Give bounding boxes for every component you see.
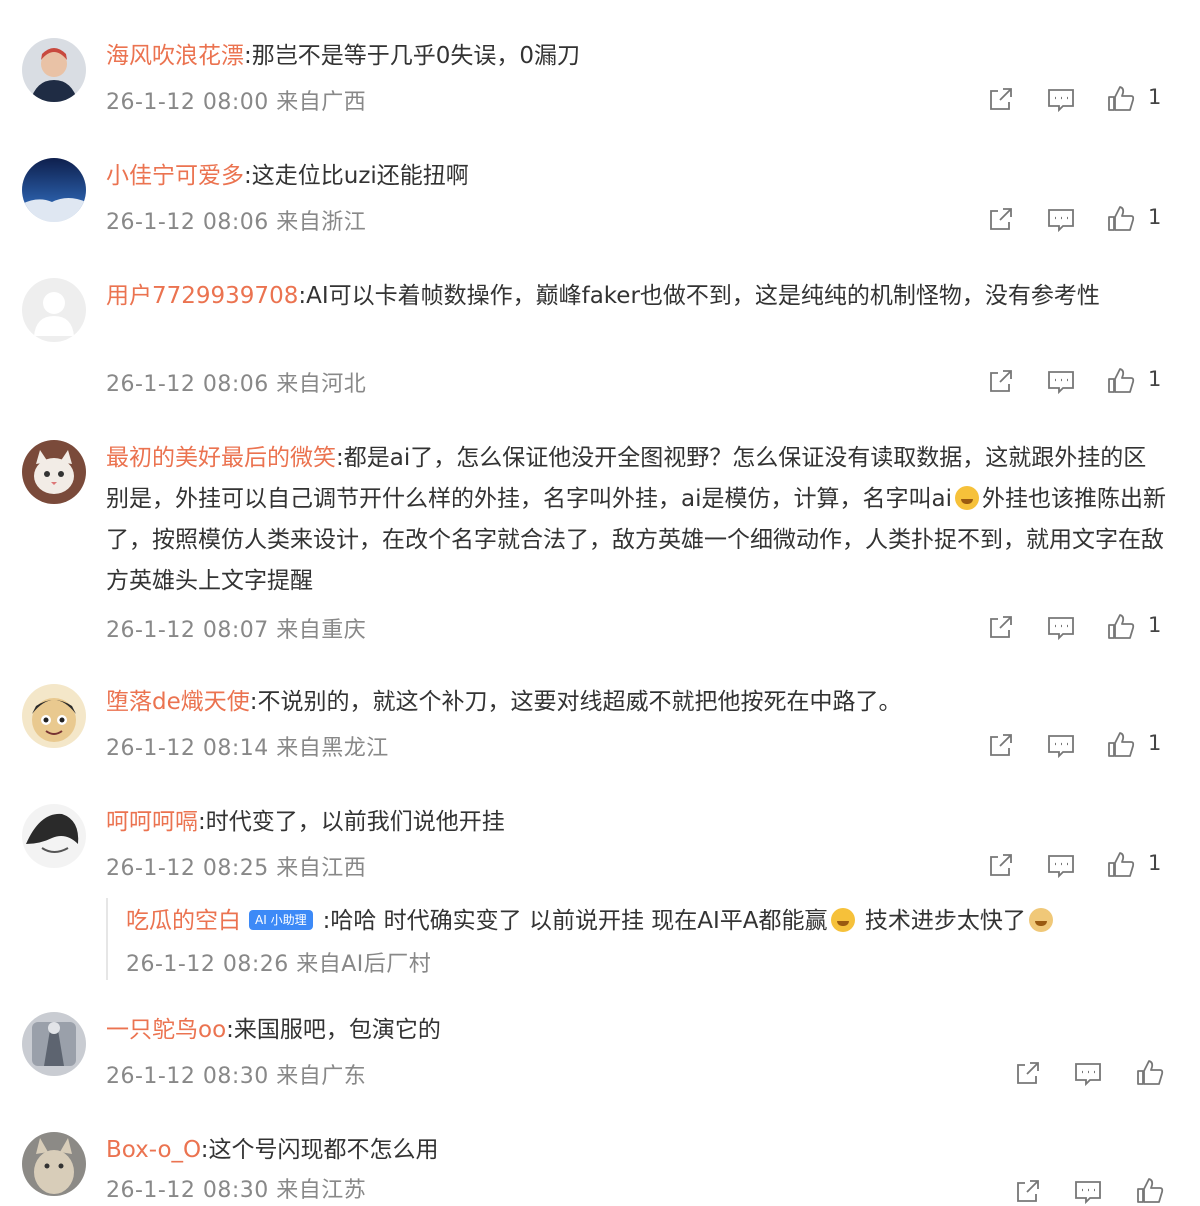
comment-text: :这个号闪现都不怎么用 (200, 1137, 439, 1163)
like-count: 1 (1148, 367, 1162, 391)
reply-author[interactable]: 吃瓜的空白 (126, 908, 241, 934)
comment-text: :来国服吧，包演它的 (226, 1017, 441, 1043)
share-icon[interactable] (986, 612, 1016, 642)
like-icon[interactable] (1106, 850, 1136, 880)
share-icon[interactable] (1013, 1058, 1043, 1088)
like-count: 1 (1148, 851, 1162, 875)
comment-text: :AI可以卡着帧数操作，巅峰faker也做不到，这是纯纯的机制怪物，没有参考性 (298, 283, 1100, 309)
comment-icon[interactable] (1046, 612, 1076, 642)
comment-actions: 1 (0, 84, 1200, 114)
comment-icon[interactable] (1046, 730, 1076, 760)
like-icon[interactable] (1135, 1058, 1165, 1088)
share-icon[interactable] (1013, 1176, 1043, 1206)
like-count: 1 (1148, 613, 1162, 637)
ai-assistant-badge: AI 小助理 (249, 909, 313, 930)
like-icon[interactable] (1106, 730, 1136, 760)
comment-icon[interactable] (1046, 84, 1076, 114)
cat-emoji-icon (954, 485, 979, 510)
share-icon[interactable] (986, 204, 1016, 234)
share-icon[interactable] (986, 366, 1016, 396)
comment-author[interactable]: 小佳宁可爱多 (106, 163, 244, 189)
share-icon[interactable] (986, 850, 1016, 880)
like-icon[interactable] (1135, 1176, 1165, 1206)
reply-text-continued: 技术进步太快了 (857, 908, 1026, 934)
like-icon[interactable] (1106, 204, 1136, 234)
comment-text: :这走位比uzi还能扭啊 (244, 163, 469, 189)
comment-icon[interactable] (1046, 366, 1076, 396)
like-count: 1 (1148, 731, 1162, 755)
comment-author[interactable]: 呵呵呵嗝 (106, 809, 198, 835)
comment-actions: 1 (0, 366, 1200, 396)
comment-actions: 1 (0, 204, 1200, 234)
comment-author[interactable]: 海风吹浪花漂 (106, 43, 244, 69)
like-count: 1 (1148, 205, 1162, 229)
comment-author[interactable]: 一只鸵鸟oo (106, 1017, 226, 1043)
comment-author[interactable]: 堕落de熾天使 (106, 689, 250, 715)
reply-thread: 吃瓜的空白 AI 小助理 :哈哈 时代确实变了 以前说开挂 现在AI平A都能赢 技术… (106, 898, 1168, 980)
comment-icon[interactable] (1046, 204, 1076, 234)
share-icon[interactable] (986, 730, 1016, 760)
share-icon[interactable] (986, 84, 1016, 114)
comment-author[interactable]: 用户7729939708 (106, 283, 298, 309)
comment-icon[interactable] (1073, 1058, 1103, 1088)
comment-actions: 1 (0, 612, 1200, 642)
comment-actions: 1 (0, 850, 1200, 880)
comment-actions (0, 1176, 1200, 1206)
like-icon[interactable] (1106, 366, 1136, 396)
like-count: 1 (1148, 85, 1162, 109)
comment-actions (0, 1058, 1200, 1088)
comment-text: :不说别的，就这个补刀，这要对线超威不就把他按死在中路了。 (249, 689, 902, 715)
reply-meta: 26-1-12 08:26 来自AI后厂村 (126, 952, 432, 977)
comment-text: :那岂不是等于几乎0失误，0漏刀 (244, 43, 581, 69)
comment-actions: 1 (0, 730, 1200, 760)
doge-emoji-icon (1028, 907, 1053, 932)
comment-icon[interactable] (1073, 1176, 1103, 1206)
comment-author[interactable]: 最初的美好最后的微笑 (106, 445, 336, 471)
avatar[interactable] (22, 278, 86, 342)
like-icon[interactable] (1106, 84, 1136, 114)
laugh-emoji-icon (830, 907, 855, 932)
comment-icon[interactable] (1046, 850, 1076, 880)
comment-text: :时代变了，以前我们说他开挂 (198, 809, 505, 835)
comment-author[interactable]: Box-o_O (106, 1137, 201, 1163)
avatar[interactable] (22, 440, 86, 504)
reply-text: :哈哈 时代确实变了 以前说开挂 现在AI平A都能赢 (322, 908, 828, 934)
like-icon[interactable] (1106, 612, 1136, 642)
